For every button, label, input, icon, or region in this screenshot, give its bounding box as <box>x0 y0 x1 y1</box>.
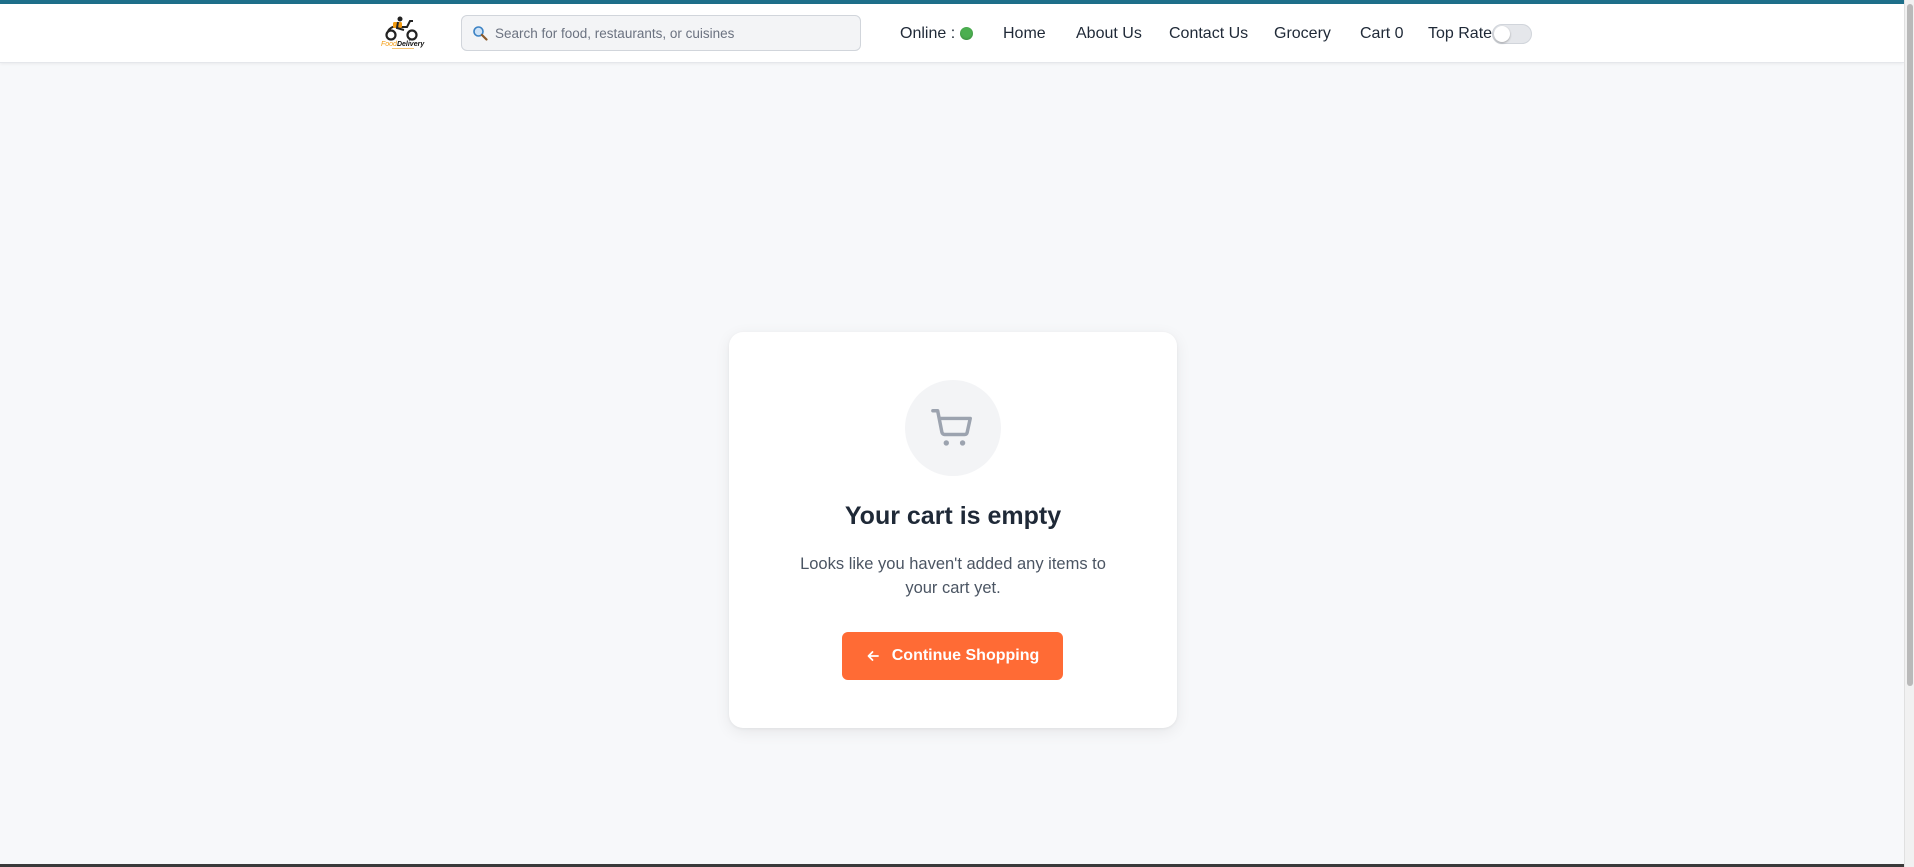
online-label: Online : <box>900 24 956 42</box>
empty-cart-card: Your cart is empty Looks like you haven'… <box>729 332 1177 728</box>
nav-contact-us[interactable]: Contact Us <box>1169 4 1248 63</box>
continue-shopping-button[interactable]: Continue Shopping <box>842 632 1063 680</box>
cart-icon-circle <box>905 380 1001 476</box>
nav-grocery[interactable]: Grocery <box>1274 4 1331 63</box>
top-rated-toggle[interactable] <box>1492 24 1532 44</box>
search-input[interactable] <box>495 25 855 41</box>
scooter-logo-icon: FoodDelivery <box>381 16 425 49</box>
scrollbar-thumb[interactable] <box>1907 4 1913 686</box>
top-rated-label: Top Rated <box>1428 24 1501 42</box>
nav-about-us[interactable]: About Us <box>1076 4 1142 63</box>
arrow-left-icon <box>866 649 880 663</box>
empty-cart-message: Looks like you haven't added any items t… <box>800 555 1106 597</box>
shopping-cart-icon <box>931 409 972 446</box>
continue-shopping-label: Continue Shopping <box>891 647 1040 664</box>
empty-cart-title: Your cart is empty <box>844 502 1062 530</box>
online-status: Online : <box>900 4 974 63</box>
online-status-dot-icon <box>960 27 974 40</box>
svg-text:FoodDelivery: FoodDelivery <box>381 41 425 48</box>
logo[interactable]: FoodDelivery <box>380 15 426 51</box>
magnifier-icon <box>473 26 488 41</box>
header: FoodDelivery Online : Home About Us Cont… <box>0 4 1904 63</box>
nav-home[interactable]: Home <box>1003 4 1046 63</box>
nav-cart[interactable]: Cart 0 <box>1360 4 1404 63</box>
search-bar[interactable] <box>461 15 861 51</box>
page-scrollbar[interactable] <box>1904 0 1914 867</box>
toggle-knob <box>1494 26 1510 42</box>
